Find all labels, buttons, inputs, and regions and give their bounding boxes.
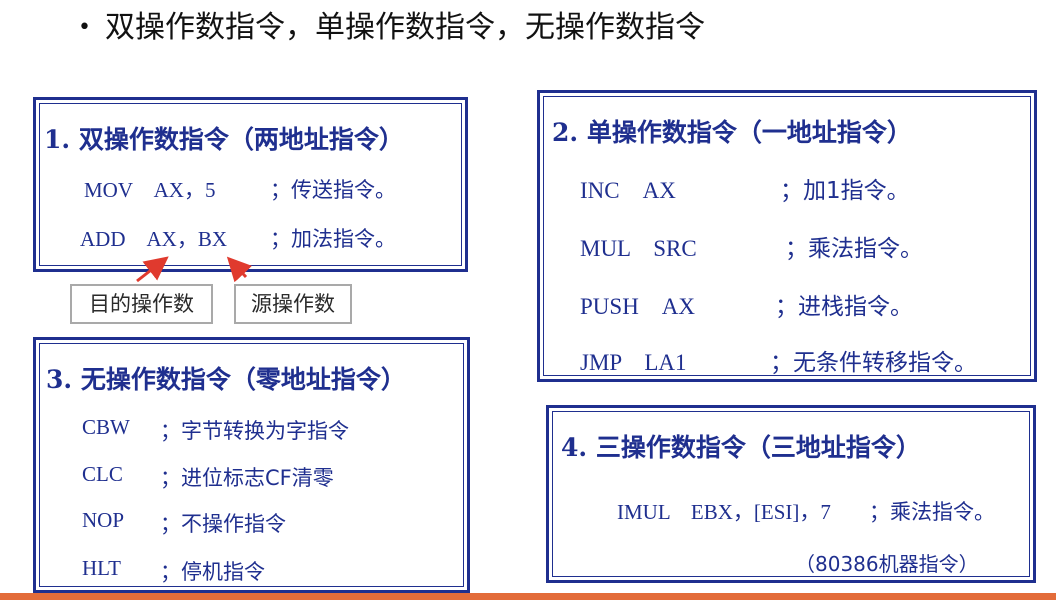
instruction-row: CBW ；字节转换为字指令 [82,415,349,443]
zero-operand-box: 3. 无操作数指令（零地址指令） CBW ；字节转换为字指令 CLC ；进位标志… [33,337,470,593]
instruction-row: PUSH AX ；进栈指令。 [580,287,913,321]
instruction-note: （80386机器指令） [795,552,979,576]
instruction-row: ADD AX，BX ；加法指令。 [80,223,396,253]
instruction-row: HLT ；停机指令 [82,556,265,584]
box-title-text: 三操作数指令（三地址指令） [595,433,921,462]
box-number: 3. [46,365,73,394]
instruction-row: MOV AX，5 ；传送指令。 [84,174,396,204]
instruction-comment: ；字节转换为字指令 [160,419,349,443]
instruction-comment: ；无条件转移指令。 [770,350,977,376]
instruction-code: INC AX [580,178,676,203]
instruction-comment: ；乘法指令。 [785,236,923,262]
instruction-code: PUSH AX [580,294,696,319]
src-operand-label: 源操作数 [234,284,352,324]
bullet-icon: • [78,15,91,40]
instruction-row: MUL SRC ；乘法指令。 [580,229,923,263]
instruction-code: ADD AX，BX [80,227,227,251]
instruction-row: INC AX ；加1指令。 [580,171,910,205]
instruction-row: JMP LA1 ；无条件转移指令。 [580,343,977,377]
box-title-text: 无操作数指令（零地址指令） [80,365,406,394]
instruction-code: MOV AX，5 [84,178,216,202]
dest-operand-label: 目的操作数 [70,284,213,324]
slide-headline: • 双操作数指令，单操作数指令，无操作数指令 [78,8,705,48]
bottom-rule [0,593,1056,600]
instruction-comment: ；乘法指令。 [869,500,995,524]
box-number: 2. [552,118,579,147]
one-operand-box: 2. 单操作数指令（一地址指令） INC AX ；加1指令。 MUL SRC ；… [537,90,1037,382]
instruction-comment: ；停机指令 [160,560,265,584]
box-title-text: 双操作数指令（两地址指令） [78,125,404,154]
box-title-text: 单操作数指令（一地址指令） [586,118,912,147]
three-operand-box: 4. 三操作数指令（三地址指令） IMUL EBX，[ESI]，7 ；乘法指令。… [546,405,1036,583]
instruction-row: NOP ；不操作指令 [82,508,286,536]
box-title: 3. 无操作数指令（零地址指令） [46,360,406,396]
instruction-row: IMUL EBX，[ESI]，7 ；乘法指令。 [617,496,995,526]
instruction-comment: ；传送指令。 [270,178,396,202]
instruction-row: CLC ；进位标志CF清零 [82,462,334,490]
box-title: 1. 双操作数指令（两地址指令） [44,120,404,156]
instruction-code: CLC [82,462,123,486]
instruction-comment: ；不操作指令 [160,512,286,536]
instruction-comment: ；加法指令。 [270,227,396,251]
instruction-code: JMP LA1 [580,350,687,375]
instruction-comment: ；进栈指令。 [775,294,913,320]
box-title: 2. 单操作数指令（一地址指令） [552,113,912,149]
instruction-comment: ；加1指令。 [780,178,910,204]
two-operand-box: 1. 双操作数指令（两地址指令） MOV AX，5 ；传送指令。 ADD AX，… [33,97,468,272]
instruction-comment: ；进位标志CF清零 [160,466,334,490]
headline-text: 双操作数指令，单操作数指令，无操作数指令 [104,10,705,45]
instruction-code: NOP [82,508,125,532]
box-number: 4. [561,433,588,462]
instruction-code: CBW [82,415,130,439]
box-title: 4. 三操作数指令（三地址指令） [561,428,921,464]
instruction-code: MUL SRC [580,236,697,261]
box-number: 1. [44,125,71,154]
instruction-code: HLT [82,556,121,580]
instruction-code: IMUL EBX，[ESI]，7 [617,500,831,524]
